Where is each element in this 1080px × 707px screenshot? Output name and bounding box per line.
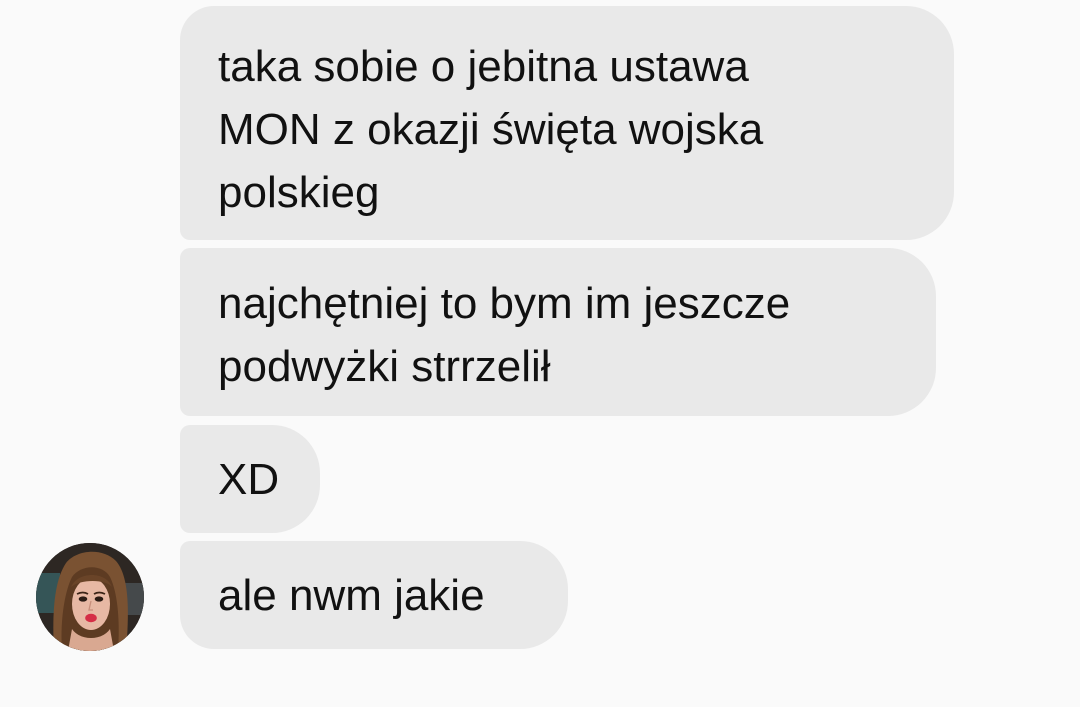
message-bubble-1[interactable]: taka sobie o jebitna ustawa MON z okazji… <box>180 6 954 240</box>
message-bubble-4[interactable]: ale nwm jakie <box>180 541 568 649</box>
message-bubble-2[interactable]: najchętniej to bym im jeszcze podwyżki s… <box>180 248 936 416</box>
sender-avatar-icon[interactable] <box>36 543 144 651</box>
message-bubble-3[interactable]: XD <box>180 425 320 533</box>
message-thread: taka sobie o jebitna ustawa MON z okazji… <box>0 0 1080 707</box>
avatar-photo-icon <box>36 543 144 651</box>
